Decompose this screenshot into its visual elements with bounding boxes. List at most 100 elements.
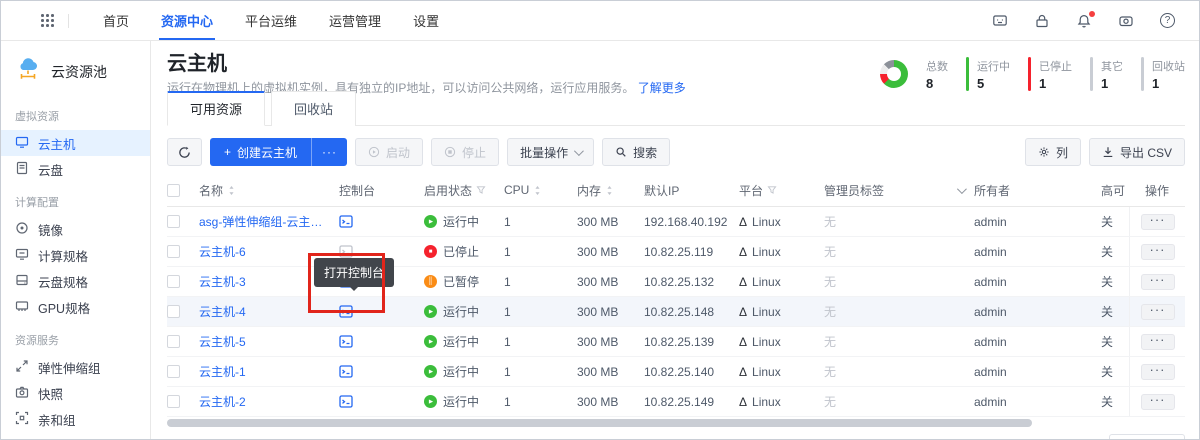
column-label: 操作 (1145, 182, 1169, 199)
row-actions-button[interactable]: ··· (1141, 274, 1175, 290)
export-csv-button[interactable]: 导出 CSV (1089, 138, 1185, 166)
filter-icon[interactable] (476, 185, 486, 195)
sidebar-item-image[interactable]: 镜像 (1, 216, 150, 242)
nav-item-resource-center[interactable]: 资源中心 (145, 1, 229, 40)
sidebar-item-gpu-spec[interactable]: GPU规格 (1, 294, 150, 320)
sidebar-item-affinity-group[interactable]: 亲和组 (1, 406, 150, 432)
stat-color-bar (1090, 57, 1093, 91)
nav-item-operation-mgmt[interactable]: 运营管理 (313, 1, 397, 40)
sidebar-item-label: 计算规格 (38, 246, 88, 265)
sidebar-item-cloud-disk[interactable]: 云盘 (1, 156, 150, 182)
row-actions-button[interactable]: ··· (1141, 304, 1175, 320)
column-cpu[interactable]: CPU (504, 183, 577, 197)
column-platform[interactable]: 平台 (739, 182, 824, 199)
sort-icon[interactable] (533, 185, 542, 196)
chevron-down-icon[interactable] (957, 184, 967, 194)
host-name-link[interactable]: asg-弹性伸缩组-云主机-1e2fc (199, 213, 339, 230)
sidebar-item-snapshot[interactable]: 快照 (1, 380, 150, 406)
column-label: 名称 (199, 182, 223, 199)
apps-grid-icon[interactable] (41, 14, 54, 27)
stat-recycle: 回收站1 (1141, 57, 1185, 91)
cpu-cell: 1 (504, 305, 577, 319)
bell-icon[interactable] (1076, 13, 1092, 29)
resource-pool-selector[interactable]: 云资源池 (1, 51, 150, 96)
refresh-button[interactable] (167, 138, 202, 166)
sidebar-item-disk-spec[interactable]: 云盘规格 (1, 268, 150, 294)
chevron-down-icon (574, 146, 584, 156)
row-actions-button[interactable]: ··· (1141, 394, 1175, 410)
nav-item-home[interactable]: 首页 (87, 1, 145, 40)
platform-text: Linux (752, 395, 781, 409)
host-name-link[interactable]: 云主机-1 (199, 363, 252, 380)
learn-more-link[interactable]: 了解更多 (638, 81, 686, 95)
column-label: CPU (504, 183, 529, 197)
row-actions-button[interactable]: ··· (1141, 334, 1175, 350)
column-label: 启用状态 (424, 182, 472, 199)
stat-other: 其它1 (1090, 57, 1123, 91)
console-icon[interactable] (339, 245, 353, 258)
console-icon[interactable] (339, 335, 353, 348)
sort-icon[interactable] (227, 185, 236, 196)
column-admin-tag[interactable]: 管理员标签 (824, 182, 974, 199)
console-icon[interactable] (339, 365, 353, 378)
columns-button[interactable]: 列 (1025, 138, 1081, 166)
camera-icon[interactable] (1118, 13, 1134, 29)
memory-cell: 300 MB (577, 275, 644, 289)
nav-item-platform-ops[interactable]: 平台运维 (229, 1, 313, 40)
stop-label: 停止 (462, 144, 486, 161)
select-all-checkbox[interactable] (167, 184, 180, 197)
row-checkbox[interactable] (167, 245, 180, 258)
host-name-link[interactable]: 云主机-4 (199, 303, 252, 320)
column-console: 控制台 (339, 182, 424, 199)
status-text: 运行中 (443, 393, 479, 410)
ha-cell: 关 (1101, 243, 1129, 260)
row-checkbox[interactable] (167, 305, 180, 318)
row-checkbox[interactable] (167, 275, 180, 288)
search-button[interactable]: 搜索 (602, 138, 670, 166)
batch-actions-button[interactable]: 批量操作 (507, 138, 594, 166)
gear-icon (1038, 146, 1050, 158)
ha-cell: 关 (1101, 393, 1129, 410)
help-icon[interactable]: ? (1160, 13, 1175, 28)
console-icon[interactable] (339, 215, 353, 228)
filter-icon[interactable] (767, 185, 777, 195)
stop-button[interactable]: 停止 (431, 138, 499, 166)
column-name[interactable]: 名称 (199, 182, 339, 199)
row-actions-button[interactable]: ··· (1141, 364, 1175, 380)
cpu-cell: 1 (504, 215, 577, 229)
host-name-link[interactable]: 云主机-5 (199, 333, 252, 350)
sidebar: 云资源池 虚拟资源 云主机 云盘 计算配置 镜像 计算规格 云 (1, 41, 151, 439)
lock-icon[interactable] (1034, 13, 1050, 29)
page-size-select[interactable]: 10 条/页 (1109, 434, 1185, 440)
host-name-link[interactable]: 云主机-6 (199, 243, 252, 260)
row-checkbox[interactable] (167, 365, 180, 378)
host-name-link[interactable]: 云主机-2 (199, 393, 252, 410)
row-actions-button[interactable]: ··· (1141, 244, 1175, 260)
column-memory[interactable]: 内存 (577, 182, 644, 199)
row-checkbox[interactable] (167, 335, 180, 348)
sort-icon[interactable] (605, 185, 614, 196)
page-title: 云主机 (167, 51, 686, 77)
tab-available-resources[interactable]: 可用资源 (167, 91, 265, 126)
column-status[interactable]: 启用状态 (424, 182, 504, 199)
console-icon[interactable] (339, 305, 353, 318)
start-button[interactable]: 启动 (355, 138, 423, 166)
linux-icon: Δ (739, 395, 747, 409)
row-actions-button[interactable]: ··· (1141, 214, 1175, 230)
sidebar-item-compute-spec[interactable]: 计算规格 (1, 242, 150, 268)
sidebar-item-autoscaling-group[interactable]: 弹性伸缩组 (1, 354, 150, 380)
divider (68, 14, 69, 28)
console-icon[interactable] (339, 395, 353, 408)
create-host-button[interactable]: + 创建云主机 (210, 138, 311, 166)
message-icon[interactable] (992, 13, 1008, 29)
create-more-dropdown[interactable]: ··· (311, 138, 347, 166)
host-name-link[interactable]: 云主机-3 (199, 273, 252, 290)
tab-recycle-bin[interactable]: 回收站 (271, 91, 356, 126)
sidebar-item-label: 快照 (38, 384, 63, 403)
row-checkbox[interactable] (167, 395, 180, 408)
platform-text: Linux (752, 275, 781, 289)
row-checkbox[interactable] (167, 215, 180, 228)
sidebar-item-cloud-host[interactable]: 云主机 (1, 130, 150, 156)
scrollbar-thumb[interactable] (167, 419, 1032, 427)
nav-item-settings[interactable]: 设置 (397, 1, 455, 40)
